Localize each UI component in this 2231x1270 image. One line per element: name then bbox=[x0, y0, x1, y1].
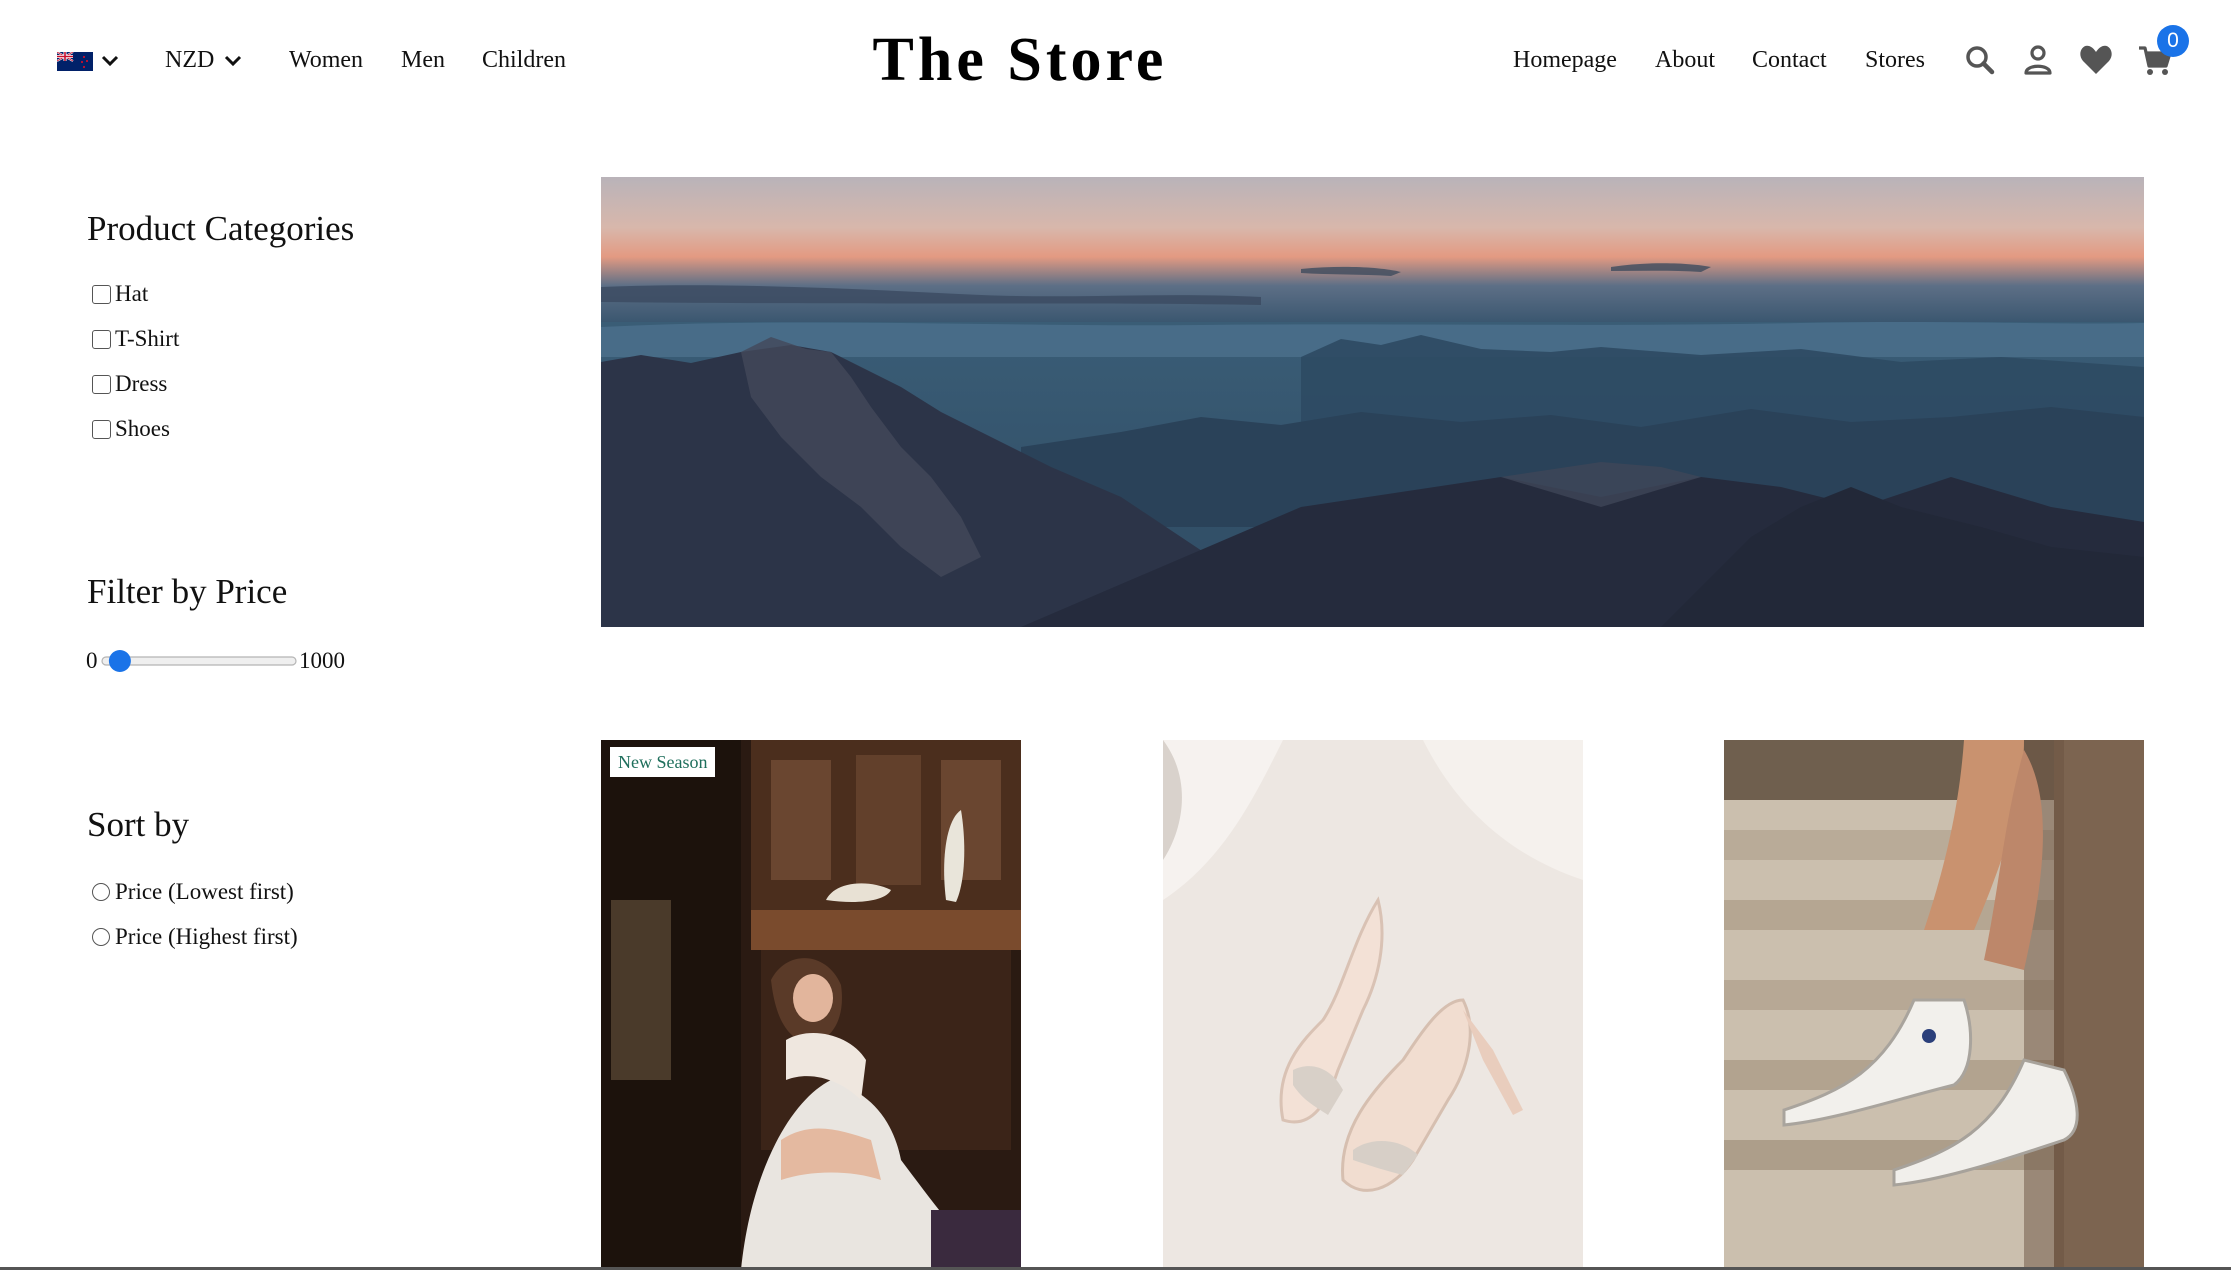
category-option-tshirt[interactable]: T-Shirt bbox=[92, 324, 179, 354]
product-card-image-sandals[interactable] bbox=[1163, 740, 1583, 1270]
new-season-badge: New Season bbox=[610, 747, 716, 777]
nav-link-about[interactable]: About bbox=[1655, 44, 1715, 76]
price-max-label: 1000 bbox=[299, 648, 345, 673]
category-option-shoes[interactable]: Shoes bbox=[92, 414, 170, 444]
radio-button[interactable] bbox=[92, 883, 110, 901]
category-label: T-Shirt bbox=[115, 326, 180, 351]
product-card-image-bride[interactable] bbox=[601, 740, 1021, 1270]
checkbox[interactable] bbox=[92, 284, 111, 304]
category-label: Hat bbox=[115, 281, 149, 306]
product-card-image-sneakers[interactable] bbox=[1724, 740, 2144, 1270]
site-header: NZD Women Men Children The Store Homepag… bbox=[0, 0, 2231, 120]
sort-option-highest[interactable]: Price (Highest first) bbox=[92, 922, 298, 952]
sort-label: Price (Lowest first) bbox=[115, 879, 294, 904]
search-icon[interactable] bbox=[1962, 40, 1998, 80]
radio-button[interactable] bbox=[92, 928, 110, 946]
category-option-dress[interactable]: Dress bbox=[92, 369, 167, 399]
nav-link-homepage[interactable]: Homepage bbox=[1513, 44, 1617, 76]
filter-by-price-heading: Filter by Price bbox=[87, 572, 288, 611]
category-label: Dress bbox=[115, 371, 168, 396]
sort-label: Price (Highest first) bbox=[115, 924, 298, 949]
heart-icon[interactable] bbox=[2078, 40, 2114, 80]
price-range-slider[interactable] bbox=[100, 648, 298, 674]
checkbox[interactable] bbox=[92, 329, 111, 349]
nav-link-stores[interactable]: Stores bbox=[1865, 44, 1925, 76]
cart-count-badge[interactable]: 0 bbox=[2157, 25, 2189, 57]
category-label: Shoes bbox=[115, 416, 170, 441]
product-categories-heading: Product Categories bbox=[87, 209, 355, 248]
nav-link-contact[interactable]: Contact bbox=[1752, 44, 1827, 76]
sort-option-lowest[interactable]: Price (Lowest first) bbox=[92, 877, 294, 907]
store-logo[interactable]: The Store bbox=[0, 22, 2040, 98]
price-min-label: 0 bbox=[86, 648, 98, 673]
hero-banner-image bbox=[601, 177, 2144, 627]
checkbox[interactable] bbox=[92, 374, 111, 394]
slider-thumb[interactable] bbox=[108, 650, 131, 672]
checkbox[interactable] bbox=[92, 419, 111, 439]
user-icon[interactable] bbox=[2020, 40, 2056, 80]
category-option-hat[interactable]: Hat bbox=[92, 279, 148, 309]
sort-by-heading: Sort by bbox=[87, 805, 190, 844]
